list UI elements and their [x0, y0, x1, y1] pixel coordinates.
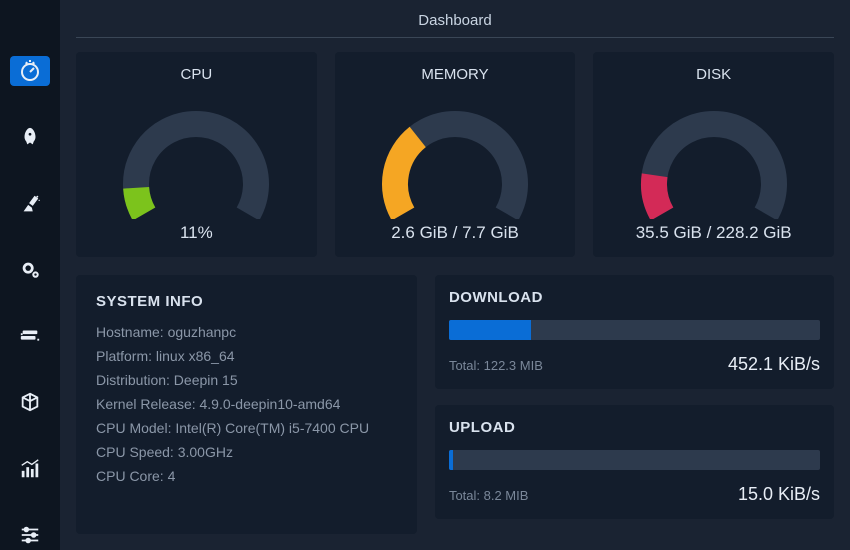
- system-info-title: SYSTEM INFO: [96, 293, 397, 310]
- sysinfo-line: Platform: linux x86_64: [96, 348, 397, 364]
- download-total: Total: 122.3 MIB: [449, 358, 543, 373]
- upload-bar-fill: [449, 450, 453, 470]
- page-title: Dashboard: [76, 0, 834, 38]
- sidebar-item-storage[interactable]: [10, 387, 50, 417]
- cpu-gauge: [106, 89, 286, 219]
- system-info-card: SYSTEM INFO Hostname: oguzhanpc Platform…: [76, 275, 417, 534]
- broom-icon: [19, 193, 41, 215]
- sysinfo-line: CPU Speed: 3.00GHz: [96, 444, 397, 460]
- bottom-row: SYSTEM INFO Hostname: oguzhanpc Platform…: [76, 275, 834, 534]
- disk-title: DISK: [696, 66, 731, 83]
- download-bar-fill: [449, 320, 531, 340]
- download-speed: 452.1 KiB/s: [728, 354, 820, 375]
- sysinfo-line: CPU Model: Intel(R) Core(TM) i5-7400 CPU: [96, 420, 397, 436]
- download-footer: Total: 122.3 MIB 452.1 KiB/s: [449, 354, 820, 375]
- main-content: Dashboard CPU 11% MEMORY 2.6 GiB / 7.7 G…: [60, 0, 850, 550]
- upload-bar: [449, 450, 820, 470]
- download-title: DOWNLOAD: [449, 289, 820, 306]
- cpu-title: CPU: [181, 66, 213, 83]
- sliders-icon: [19, 524, 41, 546]
- memory-gauge-card: MEMORY 2.6 GiB / 7.7 GiB: [335, 52, 576, 257]
- upload-total: Total: 8.2 MIB: [449, 488, 528, 503]
- sysinfo-line: CPU Core: 4: [96, 468, 397, 484]
- package-icon: [19, 391, 41, 413]
- cpu-gauge-card: CPU 11%: [76, 52, 317, 257]
- sidebar-item-services[interactable]: [10, 255, 50, 285]
- disk-gauge: [624, 89, 804, 219]
- disk-value: 35.5 GiB / 228.2 GiB: [636, 223, 792, 243]
- upload-footer: Total: 8.2 MIB 15.0 KiB/s: [449, 484, 820, 505]
- gauge-icon: [18, 59, 42, 83]
- download-bar: [449, 320, 820, 340]
- sidebar-item-statistics[interactable]: [10, 454, 50, 484]
- sidebar-item-cleaner[interactable]: [10, 189, 50, 219]
- upload-card: UPLOAD Total: 8.2 MIB 15.0 KiB/s: [435, 405, 834, 519]
- upload-title: UPLOAD: [449, 419, 820, 436]
- cpu-value: 11%: [180, 223, 213, 243]
- sidebar: [0, 0, 60, 550]
- sysinfo-line: Hostname: oguzhanpc: [96, 324, 397, 340]
- sysinfo-line: Distribution: Deepin 15: [96, 372, 397, 388]
- sysinfo-line: Kernel Release: 4.9.0-deepin10-amd64: [96, 396, 397, 412]
- sidebar-item-processes[interactable]: [10, 122, 50, 152]
- memory-title: MEMORY: [421, 66, 488, 83]
- download-card: DOWNLOAD Total: 122.3 MIB 452.1 KiB/s: [435, 275, 834, 389]
- sidebar-item-dashboard[interactable]: [10, 56, 50, 86]
- sidebar-item-settings[interactable]: [10, 520, 50, 550]
- upload-speed: 15.0 KiB/s: [738, 484, 820, 505]
- disk-gauge-card: DISK 35.5 GiB / 228.2 GiB: [593, 52, 834, 257]
- network-column: DOWNLOAD Total: 122.3 MIB 452.1 KiB/s UP…: [435, 275, 834, 534]
- memory-value: 2.6 GiB / 7.7 GiB: [391, 223, 519, 243]
- sidebar-item-startup[interactable]: [10, 321, 50, 351]
- gears-icon: [19, 259, 41, 281]
- memory-gauge: [365, 89, 545, 219]
- gauges-row: CPU 11% MEMORY 2.6 GiB / 7.7 GiB DISK 35…: [76, 52, 834, 257]
- stack-icon: [19, 325, 41, 347]
- rocket-icon: [19, 126, 41, 148]
- chart-icon: [19, 458, 41, 480]
